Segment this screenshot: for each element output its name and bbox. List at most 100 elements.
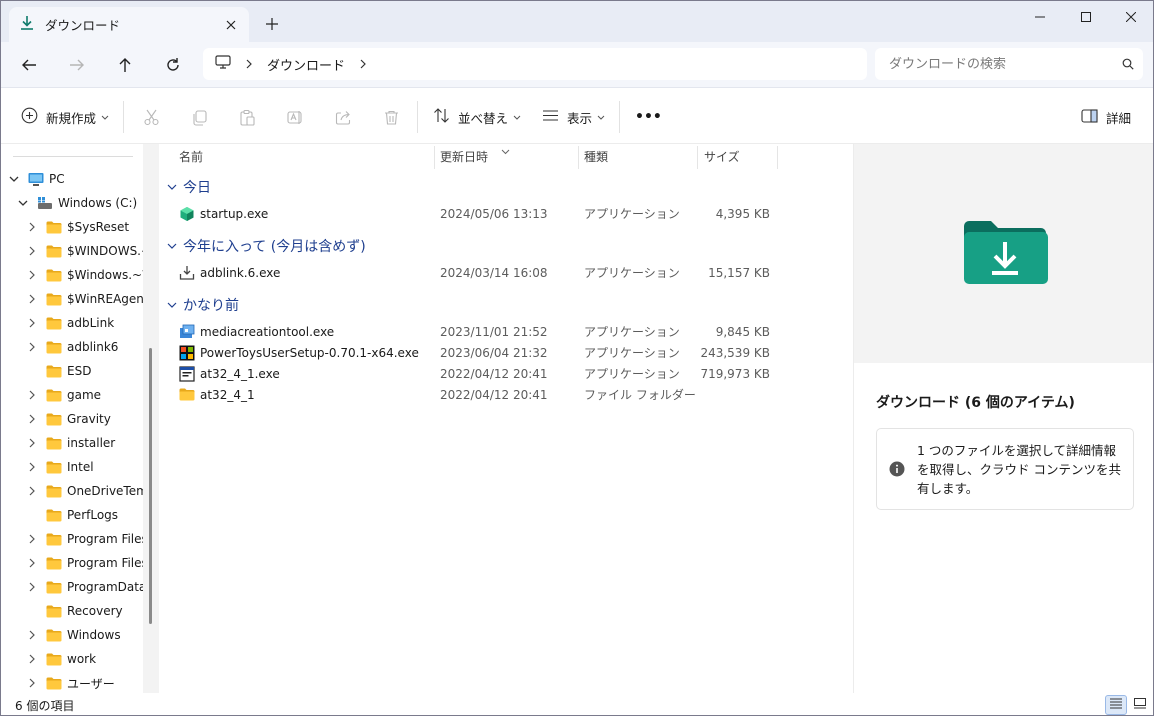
chevron-down-icon[interactable] <box>7 172 21 186</box>
group-header[interactable]: 今日 <box>167 176 211 198</box>
cut-icon[interactable] <box>137 103 165 131</box>
column-header-type[interactable]: 種類 <box>584 144 608 169</box>
chevron-right-icon[interactable] <box>25 628 39 642</box>
new-tab-button[interactable] <box>261 13 283 35</box>
column-header-name[interactable]: 名前 <box>179 144 203 169</box>
chevron-right-icon[interactable] <box>25 436 39 450</box>
rename-icon[interactable] <box>281 103 309 131</box>
tree-item-folder[interactable]: Program Files <box>25 527 148 551</box>
minimize-button[interactable] <box>1017 1 1063 33</box>
chevron-right-icon[interactable] <box>25 556 39 570</box>
tree-item-folder[interactable]: adblink6 <box>25 335 118 359</box>
close-window-button[interactable] <box>1108 1 1153 33</box>
tree-item-folder[interactable]: $SysReset <box>25 215 129 239</box>
chevron-right-icon[interactable] <box>25 220 39 234</box>
tab-downloads[interactable]: ダウンロード <box>9 7 249 42</box>
chevron-right-icon[interactable] <box>245 59 253 69</box>
chevron-right-icon[interactable] <box>25 412 39 426</box>
tree-item-folder[interactable]: Intel <box>25 455 94 479</box>
group-header[interactable]: かなり前 <box>167 294 239 316</box>
tree-item-folder[interactable]: ESD <box>25 359 91 383</box>
up-button[interactable] <box>110 51 140 79</box>
tree-item-folder[interactable]: adbLink <box>25 311 114 335</box>
column-header-size[interactable]: サイズ <box>704 144 740 169</box>
chevron-right-icon[interactable] <box>25 676 39 690</box>
chevron-right-icon[interactable] <box>25 244 39 258</box>
chevron-down-icon[interactable] <box>167 302 177 308</box>
view-button[interactable]: 表示 <box>542 103 605 131</box>
chevron-right-icon[interactable] <box>25 484 39 498</box>
chevron-down-icon[interactable] <box>167 243 177 249</box>
file-row[interactable]: at32_4_1.exe 2022/04/12 20:41 アプリケーション 719,… <box>159 363 779 384</box>
chevron-right-icon[interactable] <box>25 460 39 474</box>
chevron-right-icon[interactable] <box>25 316 39 330</box>
file-row[interactable]: at32_4_1 2022/04/12 20:41 ファイル フォルダー <box>159 384 779 405</box>
tree-item-pc[interactable]: PC <box>7 167 65 191</box>
nav-scrollbar[interactable] <box>143 144 159 693</box>
chevron-right-icon[interactable] <box>25 580 39 594</box>
file-row[interactable]: PowerToysUserSetup-0.70.1-x64.exe 2023/06… <box>159 342 779 363</box>
file-name-cell[interactable]: PowerToysUserSetup-0.70.1-x64.exe <box>179 342 419 363</box>
tree-item-folder[interactable]: Gravity <box>25 407 111 431</box>
file-row[interactable]: startup.exe 2024/05/06 13:13 アプリケーション 4,395… <box>159 203 779 224</box>
tree-item-label: game <box>67 388 102 402</box>
tree-item-folder[interactable]: Windows <box>25 623 121 647</box>
paste-icon[interactable] <box>233 103 261 131</box>
copy-icon[interactable] <box>185 103 213 131</box>
file-name-cell[interactable]: startup.exe <box>179 203 268 224</box>
search-icon[interactable] <box>1113 58 1143 70</box>
new-button[interactable]: 新規作成 <box>21 103 109 131</box>
scrollbar-thumb[interactable] <box>149 348 152 624</box>
tree-item-folder[interactable]: OneDriveTemp <box>25 479 155 503</box>
column-header-date[interactable]: 更新日時 <box>440 144 488 169</box>
column-divider[interactable] <box>777 146 778 169</box>
file-name-cell[interactable]: at32_4_1.exe <box>179 363 280 384</box>
forward-button[interactable] <box>62 51 92 79</box>
chevron-down-icon[interactable] <box>16 196 30 210</box>
share-icon[interactable] <box>329 103 357 131</box>
refresh-button[interactable] <box>158 51 188 79</box>
file-name-cell[interactable]: adblink.6.exe <box>179 262 280 283</box>
tree-item-folder[interactable]: ProgramData <box>25 575 146 599</box>
monitor-icon[interactable] <box>215 55 231 73</box>
chevron-right-icon[interactable] <box>25 292 39 306</box>
file-row[interactable]: mediacreationtool.exe 2023/11/01 21:52 アプリ… <box>159 321 779 342</box>
chevron-right-icon[interactable] <box>25 388 39 402</box>
breadcrumb[interactable]: ダウンロード <box>203 48 867 80</box>
group-header[interactable]: 今年に入って (今月は含めず) <box>167 235 366 257</box>
file-name-cell[interactable]: at32_4_1 <box>179 384 255 405</box>
tiles-view-button[interactable] <box>1129 695 1151 715</box>
tree-item-folder[interactable]: work <box>25 647 96 671</box>
tree-item-folder[interactable]: installer <box>25 431 115 455</box>
tree-item-folder[interactable]: game <box>25 383 101 407</box>
more-options-button[interactable]: ••• <box>635 103 662 131</box>
chevron-right-icon[interactable] <box>25 532 39 546</box>
details-pane-button[interactable]: 詳細 <box>1081 103 1131 131</box>
tree-item-drive-c[interactable]: Windows (C:) <box>16 191 137 215</box>
chevron-right-icon[interactable] <box>25 340 39 354</box>
breadcrumb-downloads[interactable]: ダウンロード <box>267 55 345 74</box>
details-view-button[interactable] <box>1105 695 1127 715</box>
delete-icon[interactable] <box>377 103 405 131</box>
tree-item-folder[interactable]: $WINDOWS.~BT <box>25 239 159 263</box>
tree-item-folder[interactable]: Program Files (x86) <box>25 551 159 575</box>
search-input[interactable] <box>889 56 1113 72</box>
column-divider[interactable] <box>578 146 579 169</box>
chevron-right-icon[interactable] <box>25 652 39 666</box>
close-tab-icon[interactable] <box>219 13 243 37</box>
tree-item-folder[interactable]: ユーザー <box>25 671 115 693</box>
file-name-cell[interactable]: mediacreationtool.exe <box>179 321 334 342</box>
tree-item-folder[interactable]: Recovery <box>25 599 123 623</box>
maximize-button[interactable] <box>1063 1 1109 33</box>
chevron-down-icon[interactable] <box>167 184 177 190</box>
chevron-right-icon[interactable] <box>359 59 367 69</box>
file-row[interactable]: adblink.6.exe 2024/03/14 16:08 アプリケーション 15,… <box>159 262 779 283</box>
tree-item-folder[interactable]: PerfLogs <box>25 503 118 527</box>
tree-item-folder[interactable]: $WinREAgent <box>25 287 149 311</box>
chevron-right-icon[interactable] <box>25 268 39 282</box>
tree-item-folder[interactable]: $Windows.~WS <box>25 263 159 287</box>
column-divider[interactable] <box>697 146 698 169</box>
back-button[interactable] <box>14 51 44 79</box>
column-divider[interactable] <box>434 146 435 169</box>
sort-button[interactable]: 並べ替え <box>433 103 521 131</box>
